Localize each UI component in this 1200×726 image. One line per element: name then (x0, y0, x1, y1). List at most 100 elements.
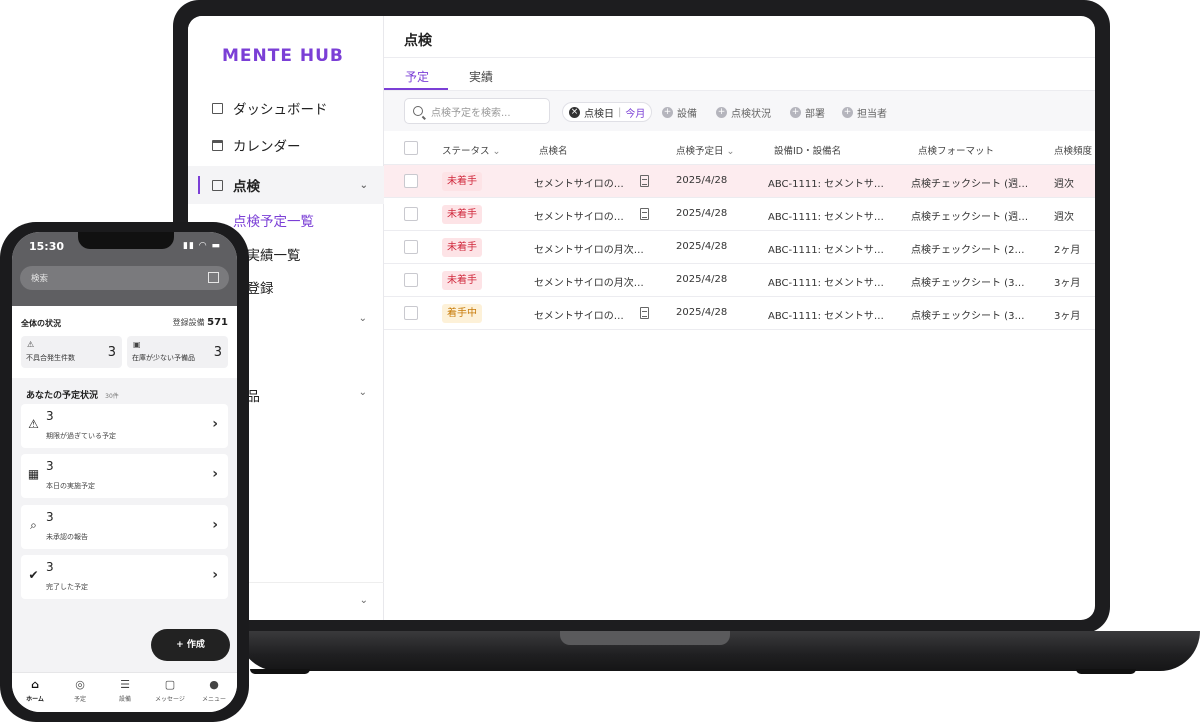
registered-count: 571 (207, 317, 228, 328)
inspection-format: 点検チェックシート (2… (911, 245, 1025, 256)
tab-label: 予定 (73, 696, 86, 703)
tab-results[interactable]: 実績 (469, 68, 493, 85)
row-checkbox[interactable] (404, 306, 418, 320)
inspection-name[interactable]: セメントサイロの… (534, 307, 624, 322)
separator: | (618, 106, 622, 118)
add-icon: + (790, 106, 801, 118)
filter-chip-assignee[interactable]: + 担当者 (836, 102, 893, 122)
phone-header: 15:30 ▮▮ ◠ ▬ 検索 (12, 232, 237, 306)
search-icon (413, 106, 423, 116)
registered-equipment: 登録設備 571 (173, 317, 228, 328)
tab-schedule[interactable]: ◎ 予定 (60, 678, 100, 703)
table-header: ステータス ⌄ 点検名 点検予定日 ⌄ 設備ID・設備名 点検フォーマット 点検… (384, 132, 1095, 165)
filter-chip-department[interactable]: + 部署 (784, 102, 831, 122)
chevron-right-icon: › (212, 517, 218, 533)
filter-chip-equipment[interactable]: + 設備 (656, 102, 703, 122)
inspection-format: 点検チェックシート (週… (911, 212, 1029, 223)
schedule-section-title: あなたの予定状況 30件 (26, 388, 119, 401)
equipment-id-name: ABC-1111: セメントサ… (768, 179, 884, 190)
sidebar-item-dashboard[interactable]: ダッシュボード (188, 89, 384, 127)
tab-schedule[interactable]: 予定 (405, 68, 429, 85)
section-title: 全体の状況 (21, 319, 61, 328)
today-schedule-item[interactable]: ▦ 3 本日の実施予定 › (21, 454, 228, 498)
filter-chip-status[interactable]: + 点検状況 (710, 102, 777, 122)
completed-schedule-item[interactable]: ✔ 3 完了した予定 › (21, 555, 228, 599)
row-checkbox[interactable] (404, 174, 418, 188)
laptop-foot (1076, 669, 1136, 674)
sidebar-item-calendar[interactable]: カレンダー (188, 126, 384, 164)
table-row[interactable]: 未着手 セメントサイロの月次… 2025/4/28 ABC-1111: セメント… (384, 231, 1095, 264)
table-row[interactable]: 着手中 セメントサイロの… 2025/4/28 ABC-1111: セメントサ…… (384, 297, 1095, 330)
overall-status-panel: 全体の状況 登録設備 571 ⚠ 不具合発生件数 3 ▣ 在庫が少ない予備品 3 (12, 306, 237, 378)
review-icon: ⌕ (30, 518, 37, 532)
tab-label: メニュー (201, 696, 226, 703)
sidebar-item-inspection[interactable]: 点検 ⌄ (188, 166, 384, 204)
qr-scan-icon[interactable] (208, 272, 219, 283)
table-row[interactable]: 未着手 セメントサイロの月次… 2025/4/28 ABC-1111: セメント… (384, 264, 1095, 297)
tab-messages[interactable]: ▢ メッセージ (150, 678, 190, 703)
main-content: 点検 予定 実績 点検予定を検索... × 点検日 | 今月 + 設備 + 点検 (384, 16, 1095, 620)
document-icon[interactable] (640, 175, 649, 187)
tab-label: メッセージ (155, 696, 185, 703)
equipment-id-name: ABC-1111: セメントサ… (768, 212, 884, 223)
dynamic-island (78, 232, 174, 249)
create-button[interactable]: + 作成 (151, 629, 230, 661)
inspection-name[interactable]: セメントサイロの月次… (534, 274, 644, 289)
sidebar-subitem-schedule-list[interactable]: 点検予定一覧 (233, 210, 314, 230)
document-icon[interactable] (640, 307, 649, 319)
warning-icon: ⚠ (28, 417, 39, 431)
section-title: あなたの予定状況 (26, 391, 99, 401)
document-icon[interactable] (640, 208, 649, 220)
inspection-frequency: 3ヶ月 (1054, 311, 1081, 322)
filter-chip-date[interactable]: × 点検日 | 今月 (562, 102, 653, 122)
app-logo[interactable]: MENTE HUB (222, 46, 344, 66)
home-icon: ⌂ (31, 678, 39, 691)
column-header-format[interactable]: 点検フォーマット (918, 143, 994, 157)
filter-bar: 点検予定を検索... × 点検日 | 今月 + 設備 + 点検状況 + 部署 + (384, 91, 1095, 131)
defect-count-card[interactable]: ⚠ 不具合発生件数 3 (21, 336, 122, 368)
box-icon: ▣ (133, 340, 141, 349)
row-checkbox[interactable] (404, 273, 418, 287)
inspection-icon (212, 179, 223, 191)
scheduled-date: 2025/4/28 (676, 208, 728, 219)
column-header-status[interactable]: ステータス ⌄ (442, 143, 501, 157)
column-header-date[interactable]: 点検予定日 ⌄ (676, 143, 735, 157)
tab-home[interactable]: ⌂ ホーム (15, 678, 55, 703)
overdue-schedule-item[interactable]: ⚠ 3 期限が過ぎている予定 › (21, 404, 228, 448)
inspection-name[interactable]: セメントサイロの… (534, 208, 624, 223)
unapproved-report-item[interactable]: ⌕ 3 未承認の報告 › (21, 505, 228, 549)
laptop-hinge-notch (560, 631, 730, 645)
column-header-name[interactable]: 点検名 (539, 143, 568, 157)
row-checkbox[interactable] (404, 240, 418, 254)
status-time: 15:30 (29, 240, 65, 253)
filter-chip-label: 点検日 (584, 108, 614, 120)
phone-screen: 15:30 ▮▮ ◠ ▬ 検索 全体の状況 登録設備 571 ⚠ 不具合発生件数… (12, 232, 237, 712)
close-icon[interactable]: × (569, 106, 580, 118)
low-stock-card[interactable]: ▣ 在庫が少ない予備品 3 (127, 336, 228, 368)
row-checkbox[interactable] (404, 207, 418, 221)
schedule-count: 30件 (105, 393, 119, 400)
card-label: 不具合発生件数 (26, 354, 75, 362)
chevron-right-icon: › (212, 466, 218, 482)
tab-menu[interactable]: ● メニュー (194, 678, 234, 703)
column-header-equipment[interactable]: 設備ID・設備名 (774, 143, 841, 157)
tab-equipment[interactable]: ☰ 設備 (105, 678, 145, 703)
user-icon: ● (209, 678, 219, 691)
divider (384, 57, 1095, 58)
filter-chip-label: 設備 (677, 108, 697, 120)
inspection-name[interactable]: セメントサイロの月次… (534, 241, 644, 256)
table-row[interactable]: 未着手 セメントサイロの… 2025/4/28 ABC-1111: セメントサ…… (384, 198, 1095, 231)
phone-search-input[interactable]: 検索 (20, 266, 229, 290)
select-all-checkbox[interactable] (404, 141, 418, 155)
add-icon: + (662, 106, 673, 118)
phone-frame: 15:30 ▮▮ ◠ ▬ 検索 全体の状況 登録設備 571 ⚠ 不具合発生件数… (0, 222, 249, 722)
bottom-tab-bar: ⌂ ホーム ◎ 予定 ☰ 設備 ▢ メッセージ ● メニュー (12, 672, 237, 712)
item-count: 3 (46, 459, 54, 473)
dashboard-icon (212, 102, 223, 114)
inspection-name[interactable]: セメントサイロの… (534, 175, 624, 190)
inspection-frequency: 2ヶ月 (1054, 245, 1081, 256)
search-placeholder: 検索 (31, 274, 49, 284)
search-input[interactable]: 点検予定を検索... (404, 98, 550, 124)
table-row[interactable]: 未着手 セメントサイロの… 2025/4/28 ABC-1111: セメントサ…… (384, 165, 1095, 198)
column-header-frequency[interactable]: 点検頻度 (1054, 143, 1092, 157)
